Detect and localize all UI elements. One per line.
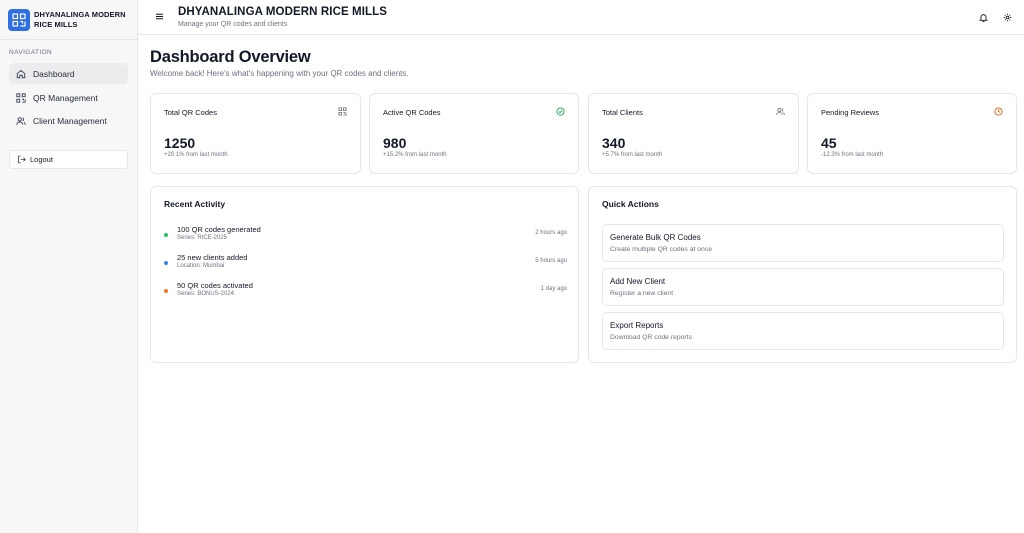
stat-card-pending-reviews: Pending Reviews 45 -12.3% from last mont… xyxy=(807,93,1017,174)
page-title: Dashboard Overview xyxy=(150,48,311,66)
stat-label: Total Clients xyxy=(602,108,643,117)
bell-icon[interactable] xyxy=(979,13,988,22)
sidebar-item-qr-management[interactable]: QR Management xyxy=(9,87,128,108)
sidebar-item-label: QR Management xyxy=(33,92,98,103)
nav-heading: NAVIGATION xyxy=(9,49,53,56)
qr-logo-icon xyxy=(8,8,30,31)
gear-icon[interactable] xyxy=(1003,13,1012,22)
status-dot xyxy=(164,233,168,237)
section-title: Quick Actions xyxy=(602,199,659,209)
qr-icon xyxy=(338,107,347,116)
action-sub: Download QR code reports xyxy=(610,334,692,341)
users-icon xyxy=(16,116,26,125)
stat-label: Active QR Codes xyxy=(383,108,441,117)
users-icon xyxy=(776,108,785,115)
export-reports-button[interactable]: Export Reports Download QR code reports xyxy=(602,312,1004,350)
logout-button[interactable]: Logout xyxy=(9,150,128,169)
activity-sub: Series: BONUS-2024 xyxy=(177,291,235,297)
activity-time: 5 hours ago xyxy=(535,258,567,264)
qr-icon xyxy=(16,92,26,103)
stat-change: +15.2% from last month xyxy=(383,152,447,158)
stat-change: +20.1% from last month xyxy=(164,152,228,158)
stat-change: -12.3% from last month xyxy=(821,152,884,158)
clock-icon xyxy=(994,107,1003,116)
action-sub: Register a new client xyxy=(610,290,674,297)
stat-change: +5.7% from last month xyxy=(602,152,663,158)
app-root: DHYANALINGA MODERN RICE MILLS NAVIGATION… xyxy=(0,0,1024,533)
stat-value: 980 xyxy=(383,135,407,151)
action-title: Generate Bulk QR Codes xyxy=(610,233,701,242)
add-new-client-button[interactable]: Add New Client Register a new client xyxy=(602,268,1004,306)
activity-title: 100 QR codes generated xyxy=(177,225,261,234)
activity-time: 2 hours ago xyxy=(535,230,567,236)
stat-value: 45 xyxy=(821,135,837,151)
activity-sub: Location: Mumbai xyxy=(177,263,225,269)
page-subtitle: Welcome back! Here's what's happening wi… xyxy=(150,69,409,78)
stat-label: Pending Reviews xyxy=(821,108,879,117)
menu-icon[interactable] xyxy=(155,12,164,21)
quick-actions-card: Quick Actions Generate Bulk QR Codes Cre… xyxy=(588,186,1017,363)
generate-bulk-qr-button[interactable]: Generate Bulk QR Codes Create multiple Q… xyxy=(602,224,1004,262)
activity-item: 100 QR codes generated Series: RICE-2025… xyxy=(164,225,567,249)
action-title: Export Reports xyxy=(610,321,664,330)
header-title: DHYANALINGA MODERN RICE MILLS xyxy=(178,6,388,18)
status-dot xyxy=(164,289,168,293)
sidebar-item-label: Dashboard xyxy=(33,68,75,79)
stat-card-active-qr: Active QR Codes 980 +15.2% from last mon… xyxy=(369,93,579,174)
stat-value: 340 xyxy=(602,135,626,151)
stat-card-total-clients: Total Clients 340 +5.7% from last month xyxy=(588,93,799,174)
check-circle-icon xyxy=(556,107,565,116)
header-subtitle: Manage your QR codes and clients xyxy=(178,21,288,28)
activity-sub: Series: RICE-2025 xyxy=(177,235,228,241)
action-title: Add New Client xyxy=(610,277,666,286)
status-dot xyxy=(164,261,168,265)
activity-title: 50 QR codes activated xyxy=(177,281,253,290)
activity-time: 1 day ago xyxy=(540,286,567,292)
logout-icon xyxy=(18,155,26,164)
stat-label: Total QR Codes xyxy=(164,108,217,117)
activity-title: 25 new clients added xyxy=(177,253,248,262)
logout-label: Logout xyxy=(30,155,53,164)
stat-value: 1250 xyxy=(164,135,196,151)
sidebar-item-dashboard[interactable]: Dashboard xyxy=(9,63,128,84)
home-icon xyxy=(16,69,26,78)
sidebar-item-label: Client Management xyxy=(33,115,107,126)
brand[interactable]: DHYANALINGA MODERN RICE MILLS xyxy=(0,0,137,40)
section-title: Recent Activity xyxy=(164,199,226,209)
sidebar: DHYANALINGA MODERN RICE MILLS NAVIGATION… xyxy=(0,0,138,533)
top-header: DHYANALINGA MODERN RICE MILLS Manage you… xyxy=(138,0,1024,35)
recent-activity-card: Recent Activity 100 QR codes generated S… xyxy=(150,186,579,363)
activity-item: 50 QR codes activated Series: BONUS-2024… xyxy=(164,281,567,305)
brand-name: DHYANALINGA MODERN RICE MILLS xyxy=(34,9,126,29)
stat-card-total-qr: Total QR Codes 1250 +20.1% from last mon… xyxy=(150,93,361,174)
sidebar-item-client-management[interactable]: Client Management xyxy=(9,110,128,131)
activity-item: 25 new clients added Location: Mumbai 5 … xyxy=(164,253,567,277)
action-sub: Create multiple QR codes at once xyxy=(610,246,713,253)
